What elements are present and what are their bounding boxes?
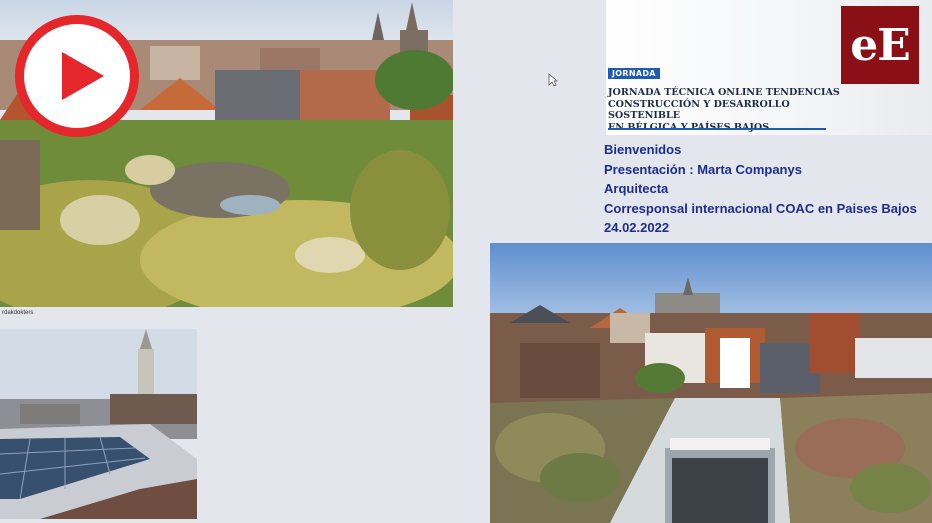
photo-caption: rdakdokters — [2, 310, 34, 316]
date-text: 24.02.2022 — [604, 220, 670, 235]
jornada-badge: JORNADA — [608, 68, 660, 79]
role-text: Arquitecta — [604, 181, 669, 196]
green-roof-photo — [490, 243, 932, 523]
play-icon[interactable] — [14, 14, 140, 138]
presenter-text: Presentación : Marta Companys — [604, 161, 802, 177]
mouse-cursor-icon — [548, 73, 558, 87]
welcome-text: Bienvenidos — [604, 142, 682, 157]
play-button[interactable] — [14, 14, 140, 138]
banner-title: JORNADA TÉCNICA ONLINE TENDENCIAS CONSTR… — [608, 87, 840, 133]
presentation-info: Bienvenidos Presentación : Marta Company… — [604, 140, 917, 238]
correspondent-text: Corresponsal internacional COAC en Paise… — [604, 200, 917, 216]
event-banner: eE JORNADA JORNADA TÉCNICA ONLINE TENDEN… — [606, 0, 932, 135]
solar-roof-photo — [0, 329, 197, 519]
eE-logo: eE — [841, 6, 919, 84]
banner-divider — [608, 128, 826, 130]
